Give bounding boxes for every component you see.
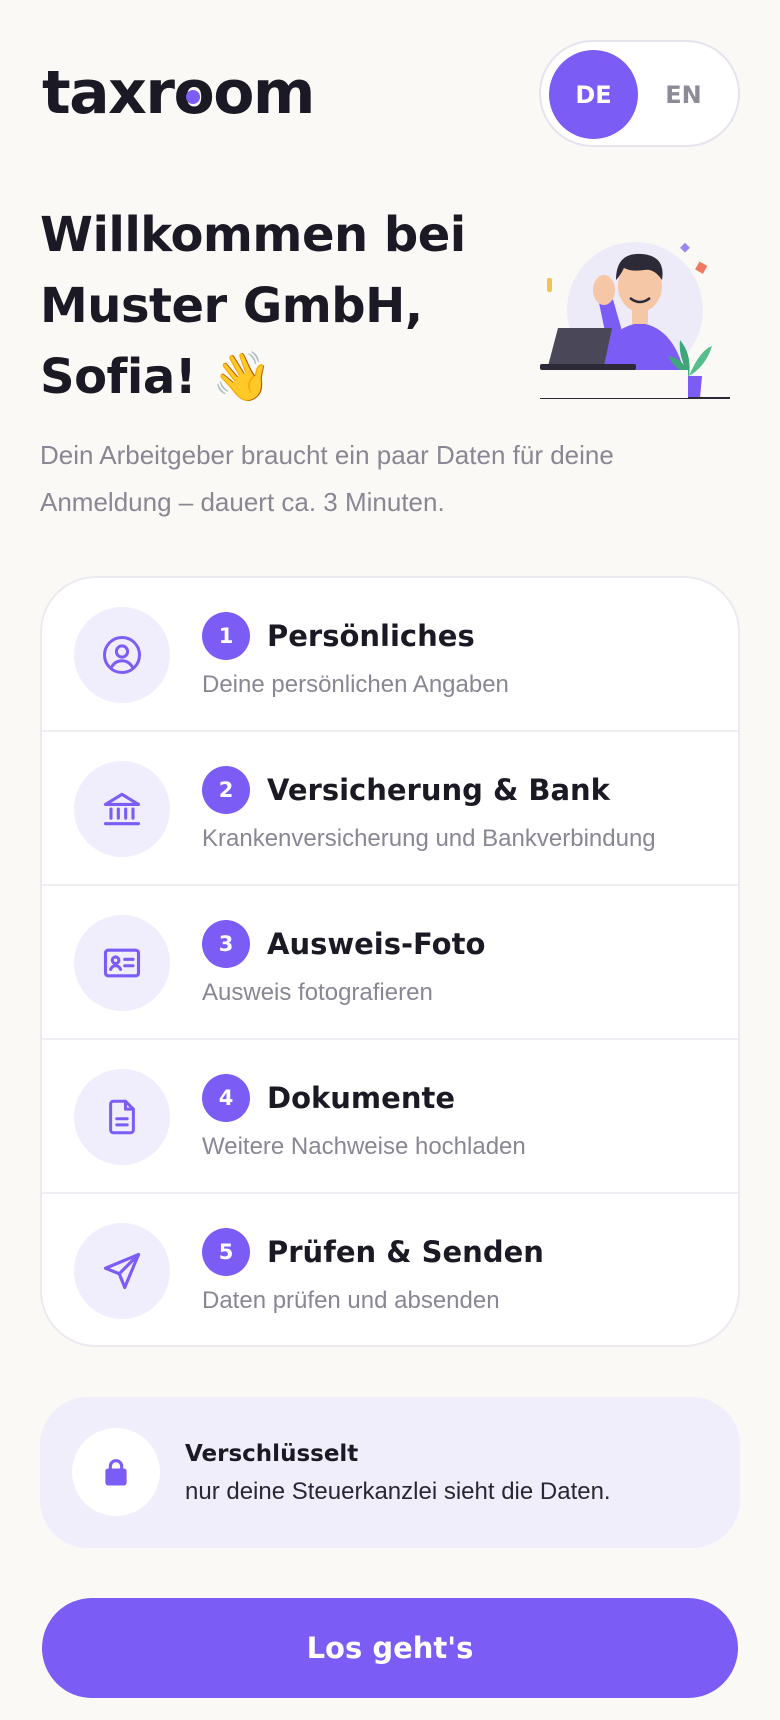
language-de-button[interactable]: DE <box>549 50 638 139</box>
step-description: Deine persönlichen Angaben <box>202 671 509 698</box>
step-documents[interactable]: 4 Dokumente Weitere Nachweise hochladen <box>42 1040 738 1194</box>
steps-card: 1 Persönliches Deine persönlichen Angabe… <box>40 576 740 1347</box>
onboarding-page: taxroom DE EN Willkommen bei Muster GmbH… <box>0 0 780 1720</box>
step-personal[interactable]: 1 Persönliches Deine persönlichen Angabe… <box>42 578 738 732</box>
encryption-title: Verschlüsselt <box>185 1441 359 1467</box>
user-circle-icon <box>74 607 170 703</box>
step-title: Persönliches <box>267 619 475 653</box>
language-en-button[interactable]: EN <box>639 50 728 139</box>
step-number-badge: 2 <box>202 766 250 814</box>
encryption-notice: Verschlüsselt nur deine Steuerkanzlei si… <box>40 1397 740 1548</box>
step-id-photo[interactable]: 3 Ausweis-Foto Ausweis fotografieren <box>42 886 738 1040</box>
step-number-badge: 5 <box>202 1228 250 1276</box>
id-card-icon <box>74 915 170 1011</box>
logo-dot-o: o <box>173 58 214 128</box>
taxroom-logo: taxroom <box>42 58 315 128</box>
send-icon <box>74 1223 170 1319</box>
waving-person-illustration <box>540 242 730 399</box>
step-title: Prüfen & Senden <box>267 1235 544 1269</box>
language-toggle: DE EN <box>539 40 740 147</box>
step-number-badge: 4 <box>202 1074 250 1122</box>
step-description: Krankenversicherung und Bankverbindung <box>202 825 656 852</box>
step-description: Weitere Nachweise hochladen <box>202 1133 526 1160</box>
step-description: Ausweis fotografieren <box>202 979 433 1006</box>
encryption-text: nur deine Steuerkanzlei sieht die Daten. <box>185 1478 611 1505</box>
welcome-subtitle: Dein Arbeitgeber braucht ein paar Daten … <box>40 440 614 517</box>
step-review-send[interactable]: 5 Prüfen & Senden Daten prüfen und absen… <box>42 1194 738 1345</box>
lock-icon <box>72 1428 160 1516</box>
start-button[interactable]: Los geht's <box>42 1598 738 1698</box>
step-number-badge: 1 <box>202 612 250 660</box>
welcome-title: Willkommen bei Muster GmbH, Sofia! 👋 <box>40 207 466 405</box>
step-number-badge: 3 <box>202 920 250 968</box>
step-title: Versicherung & Bank <box>267 773 610 807</box>
step-title: Dokumente <box>267 1081 455 1115</box>
document-icon <box>74 1069 170 1165</box>
step-description: Daten prüfen und absenden <box>202 1287 500 1314</box>
step-insurance-bank[interactable]: 2 Versicherung & Bank Krankenversicherun… <box>42 732 738 886</box>
step-title: Ausweis-Foto <box>267 927 486 961</box>
bank-icon <box>74 761 170 857</box>
